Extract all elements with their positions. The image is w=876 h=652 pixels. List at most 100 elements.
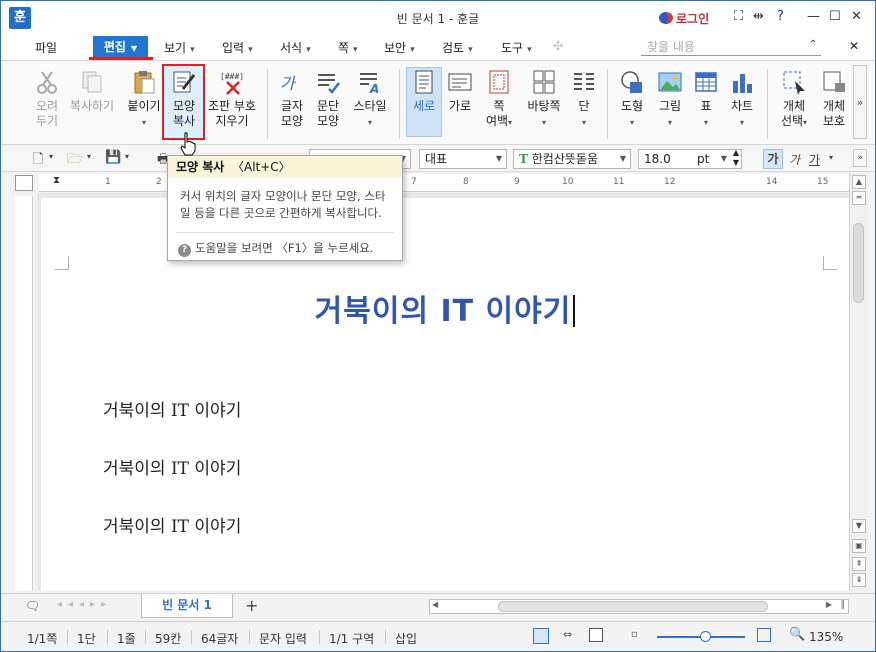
magnifier-icon[interactable]: 🔍	[789, 627, 805, 642]
font-value: 한컴산뜻돋움	[531, 152, 599, 166]
open-folder-icon[interactable]: 🗁	[67, 150, 83, 172]
login-button[interactable]: 로그인	[659, 10, 709, 27]
menu-security[interactable]: 보안 ▾	[384, 39, 415, 56]
cut-button[interactable]: 오려 두기	[31, 69, 63, 129]
zoom-in-icon[interactable]	[757, 628, 771, 642]
status-input-mode[interactable]: 문자 입력	[259, 630, 307, 647]
menu-page[interactable]: 쪽 ▾	[338, 39, 358, 56]
format-copy-button[interactable]: 모양 복사	[164, 69, 204, 129]
add-tab-button[interactable]: +	[245, 596, 258, 615]
document-paragraph[interactable]: 거북이의 IT 이야기	[103, 396, 241, 421]
picture-button[interactable]: 그림 ▾	[653, 69, 687, 130]
horizontal-scroll-thumb[interactable]	[498, 601, 768, 612]
status-insert-mode[interactable]: 삽입	[395, 630, 417, 647]
ruler-corner[interactable]	[15, 175, 33, 191]
page-margin-button[interactable]: 쪽 여백▾	[481, 69, 517, 130]
save-icon[interactable]: 💾	[105, 150, 121, 165]
new-document-icon[interactable]: 🗋	[33, 150, 43, 172]
zoom-slider-knob[interactable]	[700, 631, 711, 642]
protect-object-button[interactable]: 개체 보호	[819, 69, 849, 129]
minimize-button[interactable]: —	[807, 9, 820, 24]
chart-button[interactable]: 차트 ▾	[725, 69, 759, 130]
menu-tools[interactable]: 도구 ▾	[501, 39, 532, 56]
table-button[interactable]: 표 ▾	[691, 69, 721, 130]
document-paragraph[interactable]: 거북이의 IT 이야기	[103, 512, 241, 537]
style-button[interactable]: A 스타일 ▾	[349, 69, 391, 130]
search-input[interactable]: 찾을 내용	[641, 38, 821, 56]
status-section[interactable]: 1/1 구역	[329, 630, 374, 647]
document-page[interactable]: 거북이의 IT 이야기 거북이의 IT 이야기 거북이의 IT 이야기 거북이의…	[41, 198, 849, 591]
paste-button[interactable]: 붙이기 ▾	[125, 69, 163, 130]
vertical-ruler[interactable]	[15, 196, 33, 591]
tab-nav-icons[interactable]: ◂◂◂▸▸	[57, 599, 112, 610]
menu-format[interactable]: 서식 ▾	[280, 39, 311, 56]
menu-view[interactable]: 보기 ▾	[164, 39, 195, 56]
landscape-button[interactable]: 가로	[443, 69, 477, 114]
horizontal-ruler[interactable]: 1 2 7 8 9 10 11 12 14 15 ⧗	[39, 174, 849, 192]
clear-codes-button[interactable]: [###] 조판 부호 지우기	[206, 69, 258, 129]
page-view-icon[interactable]	[589, 628, 603, 642]
prev-page-button[interactable]: ⇞	[852, 557, 866, 571]
font-select[interactable]: T 한컴산뜻돋움 ▼	[513, 149, 631, 169]
chevron-down-icon[interactable]: ▾	[829, 153, 833, 162]
tab-document-1[interactable]: 빈 문서 1	[141, 594, 233, 618]
scroll-up-button[interactable]: ▲	[852, 175, 866, 189]
para-shape-button[interactable]: 문단 모양	[311, 69, 345, 129]
puzzle-icon[interactable]: ✣	[553, 39, 563, 53]
chevron-down-icon: ▾	[541, 118, 546, 127]
split-h-icon[interactable]: ‖	[841, 600, 846, 610]
underline-button[interactable]: 가	[809, 151, 820, 168]
zoom-out-icon[interactable]: ▫	[631, 629, 638, 640]
bold-button[interactable]: 가	[763, 149, 783, 169]
shape-button[interactable]: 도형 ▾	[615, 69, 649, 130]
menu-security-label: 보안	[384, 41, 407, 55]
document-title[interactable]: 거북이의 IT 이야기	[41, 286, 849, 330]
text-cursor	[573, 295, 576, 327]
more-format-icon[interactable]: »	[853, 149, 867, 167]
chevron-down-icon: ▾	[703, 118, 708, 127]
menu-file[interactable]: 파일	[35, 39, 57, 56]
style-select[interactable]: 대표 ▼	[419, 149, 507, 169]
indent-marker-icon[interactable]: ⧗	[53, 175, 60, 186]
scroll-right-button[interactable]: ▶	[826, 600, 832, 609]
chevron-down-icon: ▾	[353, 45, 358, 55]
ruler-number: 15	[817, 177, 829, 187]
close-button[interactable]: ✕	[851, 9, 862, 24]
italic-button[interactable]: 가	[789, 151, 800, 168]
page-nav-icon[interactable]: ▣	[852, 539, 866, 553]
normal-view-icon[interactable]	[533, 628, 549, 644]
char-shape-button[interactable]: 가 글자 모양	[275, 69, 309, 129]
next-page-button[interactable]: ⇟	[852, 573, 866, 587]
search-options-icon[interactable]: ⌃	[809, 39, 817, 50]
maximize-button[interactable]: ☐	[829, 9, 841, 24]
menu-edit[interactable]: 편집 ▼	[93, 36, 148, 58]
menu-review[interactable]: 검토 ▾	[442, 39, 473, 56]
font-size-input[interactable]: 18.0 pt ▼ ▲ ▼	[638, 148, 742, 169]
ribbon-more-button[interactable]: »	[853, 65, 867, 139]
vertical-scroll-thumb[interactable]	[853, 223, 864, 303]
spin-icon[interactable]: ▲ ▼	[733, 148, 739, 168]
document-paragraph[interactable]: 거북이의 IT 이야기	[103, 454, 241, 479]
close-menu-icon[interactable]: ✕	[849, 39, 859, 53]
scroll-left-button[interactable]: ◀	[432, 600, 438, 609]
vertical-scrollbar[interactable]: ▲ ═ ▼ ▣ ⇞ ⇟	[849, 173, 867, 591]
menu-insert[interactable]: 입력 ▾	[222, 39, 253, 56]
columns-button[interactable]: 단 ▾	[569, 69, 599, 130]
select-object-button[interactable]: 개체 선택▾	[775, 69, 813, 130]
portrait-button[interactable]: 세로	[407, 69, 441, 114]
horizontal-scrollbar[interactable]: ◀ ▶ ‖	[429, 599, 849, 614]
tab-list-icon[interactable]: 🗨	[25, 599, 40, 613]
master-page-button[interactable]: 바탕쪽 ▾	[523, 69, 565, 130]
help-icon[interactable]: ?	[777, 9, 784, 24]
chevron-down-icon[interactable]: ▾	[87, 152, 91, 161]
scroll-down-button[interactable]: ▼	[852, 519, 866, 533]
status-page[interactable]: 1/1쪽	[27, 630, 57, 647]
copy-button[interactable]: 복사하기	[65, 69, 119, 114]
chevron-down-icon[interactable]: ▾	[49, 152, 53, 161]
width-view-icon[interactable]: ⇔	[563, 628, 572, 641]
fullscreen-icon[interactable]: ⛶	[734, 9, 743, 24]
resize-icon[interactable]: ⇹	[753, 9, 764, 24]
zoom-level[interactable]: 135%	[809, 630, 843, 644]
chevron-down-icon[interactable]: ▾	[125, 152, 129, 161]
split-view-icon[interactable]: ═	[852, 191, 866, 205]
